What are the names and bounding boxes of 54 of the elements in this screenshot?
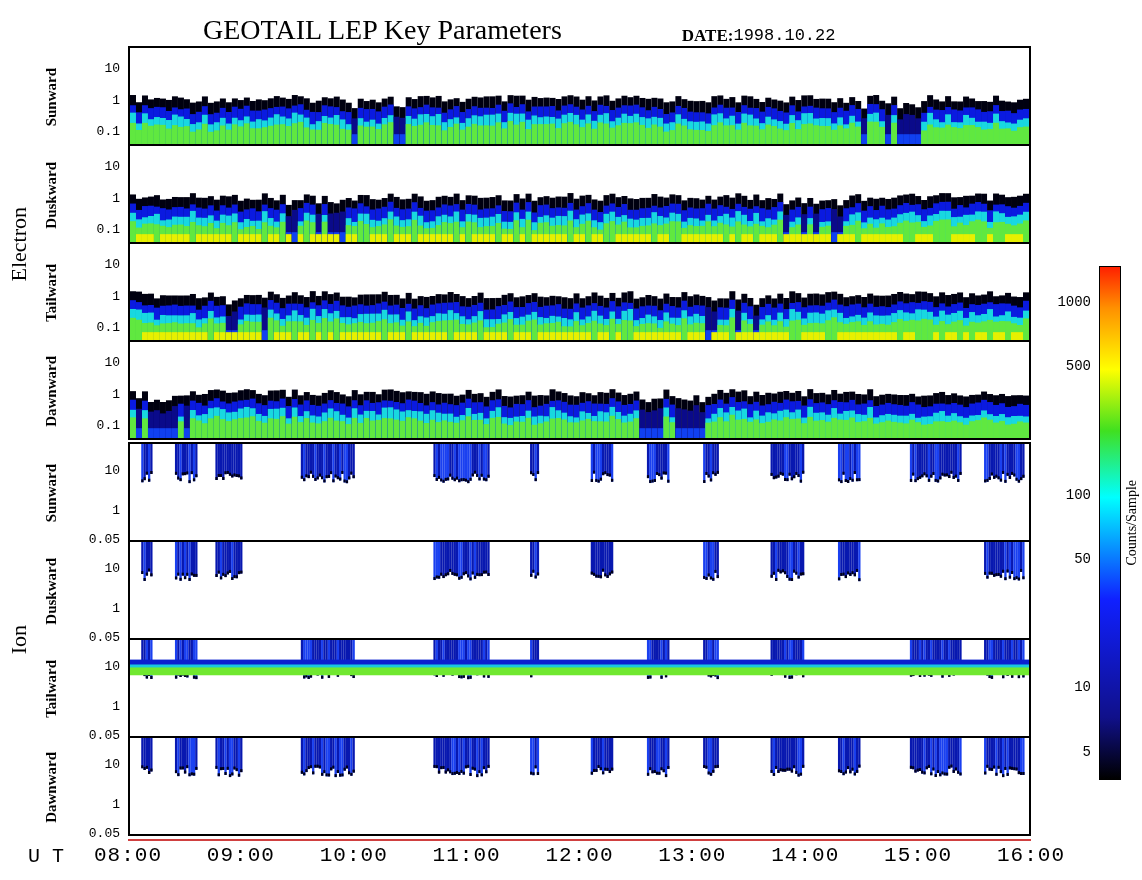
time-tick-label: 11:00 [432,845,501,866]
axis-tick-label: 10 [104,659,120,673]
colorbar-tick-label: 1000 [1057,294,1091,309]
time-tick-label: 14:00 [771,845,840,866]
panel-label: Sunward [41,67,60,127]
axis-tick-label: 0.1 [96,222,120,236]
axis-tick-label: 10 [104,463,120,477]
axis-tick-label: 1 [112,699,120,713]
panel-label: Tailward [41,264,60,322]
time-axis-label: U T [28,847,65,867]
axis-tick-label: 1 [112,93,120,107]
colorbar-tick-label: 5 [1082,744,1091,759]
time-tick-label: 13:00 [658,845,727,866]
colorbar-tick-label: 10 [1074,680,1091,695]
panel-label: Duskward [41,161,60,229]
axis-tick-label: 0.1 [96,418,120,432]
axis-tick-label: 1 [112,289,120,303]
axis-tick-label: 0.05 [88,630,120,644]
date-label: DATE: [681,27,734,44]
axis-tick-label: 10 [104,61,120,75]
panel-label: Dawnward [41,751,60,823]
axis-tick-label: 0.05 [88,532,120,546]
axis-tick-label: 0.05 [88,826,120,840]
time-tick-label: 15:00 [884,845,953,866]
axis-tick-label: 1 [112,797,120,811]
time-tick-label: 09:00 [206,845,275,866]
chart-title: GEOTAIL LEP Key Parameters [203,16,562,44]
axis-tick-label: 1 [112,387,120,401]
axis-tick-label: 10 [104,355,120,369]
time-tick-label: 16:00 [997,845,1065,866]
panel-label: Sunward [41,463,60,523]
axis-tick-label: 0.05 [88,728,120,742]
date-value: 1998.10.22 [733,27,836,44]
time-tick-label: 08:00 [94,845,162,866]
axis-tick-label: 1 [112,503,120,517]
colorbar-label: Counts/Sample [1122,480,1140,566]
axis-tick-label: 0.1 [96,124,120,138]
panel-label: Duskward [41,557,60,625]
axis-tick-label: 10 [104,257,120,271]
axis-tick-label: 0.1 [96,320,120,334]
panel-label: Tailward [41,660,60,718]
colorbar-tick-label: 500 [1065,359,1091,374]
time-tick-label: 10:00 [319,845,388,866]
group-label: Electron [4,206,32,282]
axis-tick-label: 10 [104,757,120,771]
axis-tick-label: 10 [104,159,120,173]
group-label: Ion [4,625,32,655]
time-tick-label: 12:00 [545,845,614,866]
colorbar-tick-label: 100 [1065,487,1091,502]
colorbar-tick-label: 50 [1074,551,1091,566]
axis-tick-label: 10 [104,561,120,575]
axis-tick-label: 1 [112,191,120,205]
axis-tick-label: 1 [112,601,120,615]
panel-label: Dawnward [41,355,60,427]
